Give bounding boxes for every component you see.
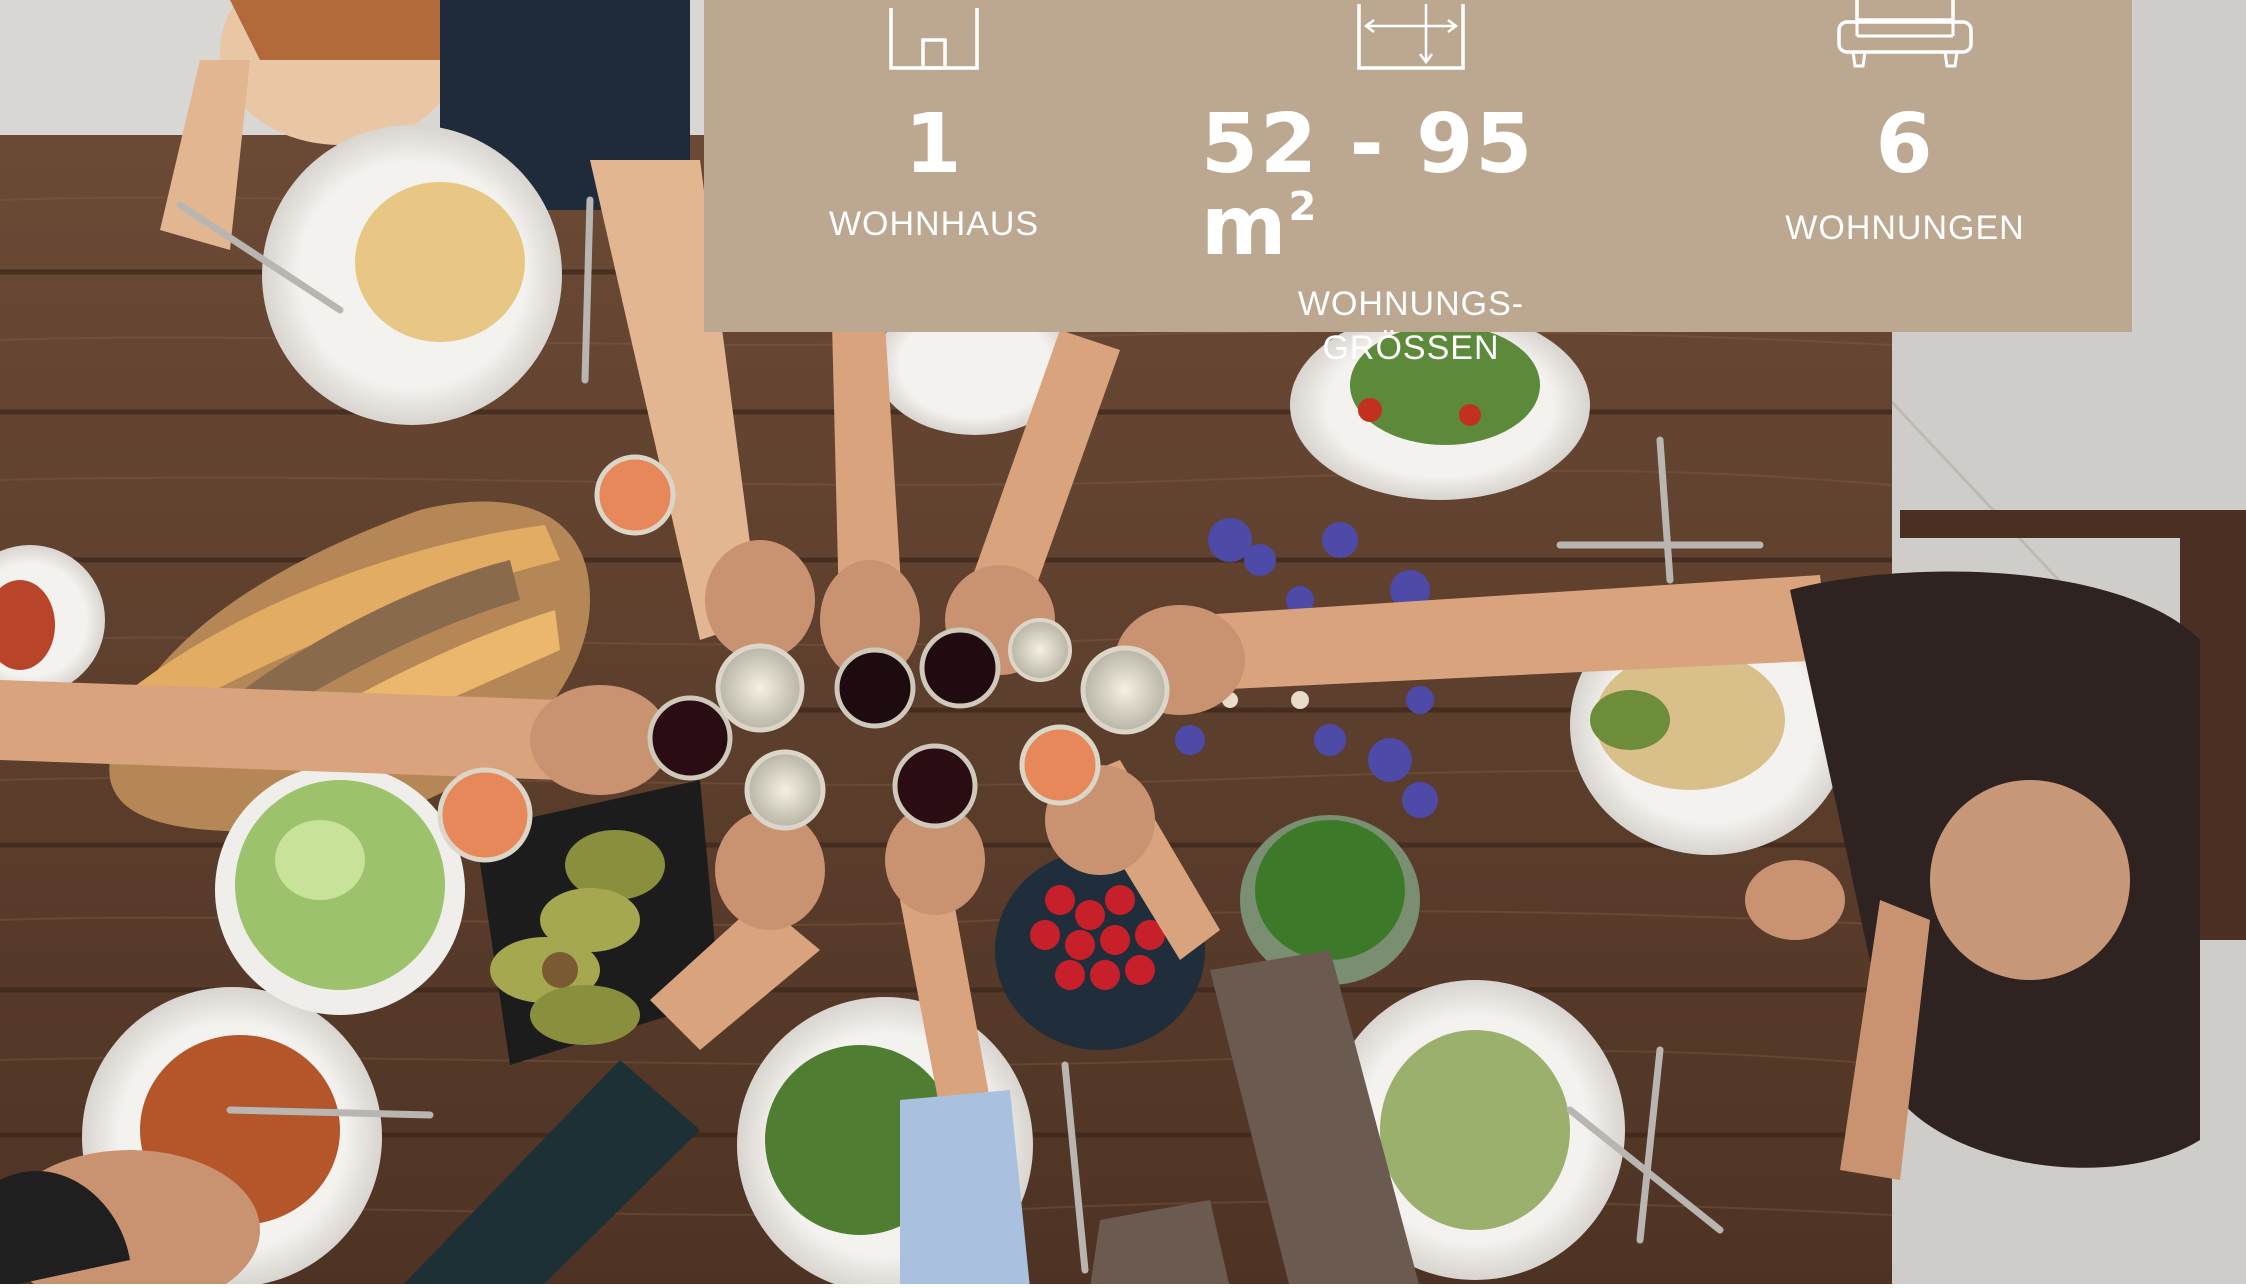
- stat-label: WOHNUNGS- GRÖSSEN: [1297, 285, 1525, 367]
- sofa-icon: [1835, 0, 1975, 70]
- stat-value-main: 52 - 95 m: [1201, 97, 1535, 274]
- house-icon: [864, 0, 1004, 70]
- floor-plan-icon: [1341, 0, 1481, 70]
- plate-pasta-top: [262, 125, 562, 425]
- stat-value: 6: [1875, 97, 1935, 192]
- stat-label: WOHNUNGEN: [1785, 209, 2025, 247]
- stat-value-superscript: 2: [1288, 184, 1319, 230]
- key-figures-panel: 1 WOHNHAUS 52 - 95 m2 WOHNUNGS- GRÖSSEN: [704, 0, 2132, 367]
- stat-label: WOHNHAUS: [828, 205, 1040, 243]
- stat-value: 52 - 95 m2: [1201, 104, 1621, 268]
- stat-wohnungsgroessen: 52 - 95 m2 WOHNUNGS- GRÖSSEN: [1201, 0, 1621, 370]
- stat-wohnungen: 6 WOHNUNGEN: [1695, 0, 2115, 250]
- stat-value: 1: [904, 97, 964, 192]
- page: 1 WOHNHAUS 52 - 95 m2 WOHNUNGS- GRÖSSEN: [0, 0, 2246, 1288]
- stat-wohnhaus: 1 WOHNHAUS: [724, 0, 1144, 246]
